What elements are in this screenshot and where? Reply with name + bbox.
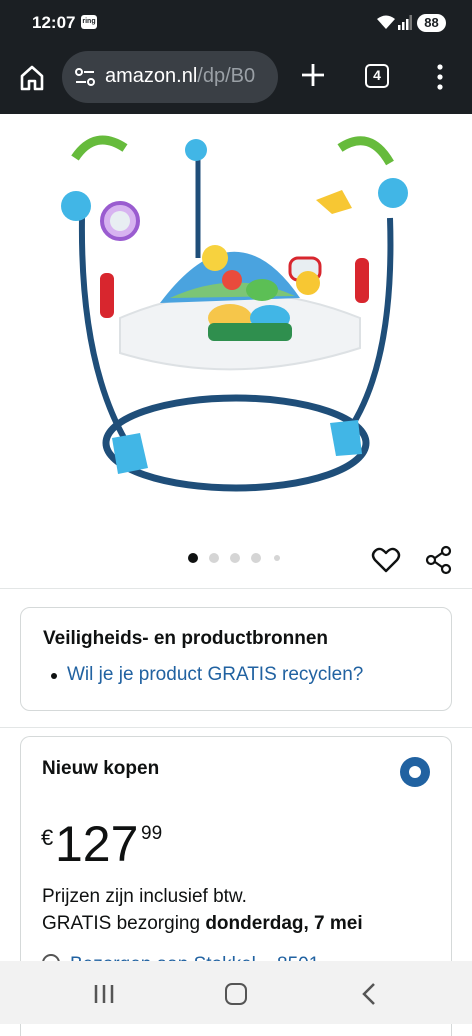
section-divider — [0, 727, 472, 728]
tabs-icon[interactable]: 4 — [365, 64, 389, 88]
back-icon[interactable] — [360, 982, 378, 1006]
price-symbol: € — [41, 825, 54, 850]
url-path: /dp/B0 — [197, 65, 256, 87]
delivery-prefix: GRATIS bezorging — [42, 913, 206, 934]
nav-home-icon[interactable] — [225, 983, 247, 1005]
system-nav-bar — [0, 961, 472, 1024]
wifi-icon — [377, 15, 395, 29]
url-text: amazon.nl/dp/B0 — [105, 65, 255, 88]
pagination-dot[interactable] — [251, 553, 261, 563]
buy-new-title: Nieuw kopen — [42, 758, 160, 779]
url-domain: amazon.nl — [105, 65, 198, 87]
buy-new-radio[interactable] — [400, 757, 430, 787]
delivery-info: GRATIS bezorging donderdag, 7 mei — [42, 913, 363, 935]
address-bar[interactable]: amazon.nl/dp/B0 — [62, 51, 278, 103]
pagination-dot[interactable] — [209, 553, 219, 563]
recycle-link[interactable]: Wil je je product GRATIS recyclen? — [67, 664, 363, 686]
safety-resources-card: Veiligheids- en productbronnen Wil je je… — [20, 607, 452, 711]
pagination-dot[interactable] — [230, 553, 240, 563]
pagination-dot[interactable] — [274, 555, 280, 561]
site-settings-icon[interactable] — [74, 66, 96, 88]
status-bar: 12:07 ring 88 — [0, 0, 472, 48]
status-time: 12:07 — [32, 13, 76, 32]
plus-icon[interactable] — [300, 62, 326, 88]
pagination-dot-active[interactable] — [188, 553, 198, 563]
battery-indicator: 88 — [417, 14, 446, 32]
more-vert-icon[interactable] — [434, 63, 446, 91]
heart-icon[interactable] — [371, 545, 401, 575]
product-image[interactable] — [40, 118, 432, 508]
safety-title: Veiligheids- en productbronnen — [43, 628, 329, 649]
share-icon[interactable] — [424, 545, 454, 575]
ring-app-icon: ring — [81, 15, 97, 29]
price-whole: 127 — [55, 816, 139, 872]
delivery-date: donderdag, 7 mei — [205, 913, 363, 934]
recent-apps-icon[interactable] — [93, 983, 115, 1005]
signal-icon — [398, 15, 412, 30]
tax-note: Prijzen zijn inclusief btw. — [42, 886, 247, 907]
browser-toolbar: amazon.nl/dp/B0 4 — [0, 48, 472, 114]
section-divider — [0, 588, 472, 589]
bullet-point — [51, 673, 57, 679]
price-fraction: 99 — [141, 823, 163, 844]
home-icon[interactable] — [18, 64, 46, 92]
